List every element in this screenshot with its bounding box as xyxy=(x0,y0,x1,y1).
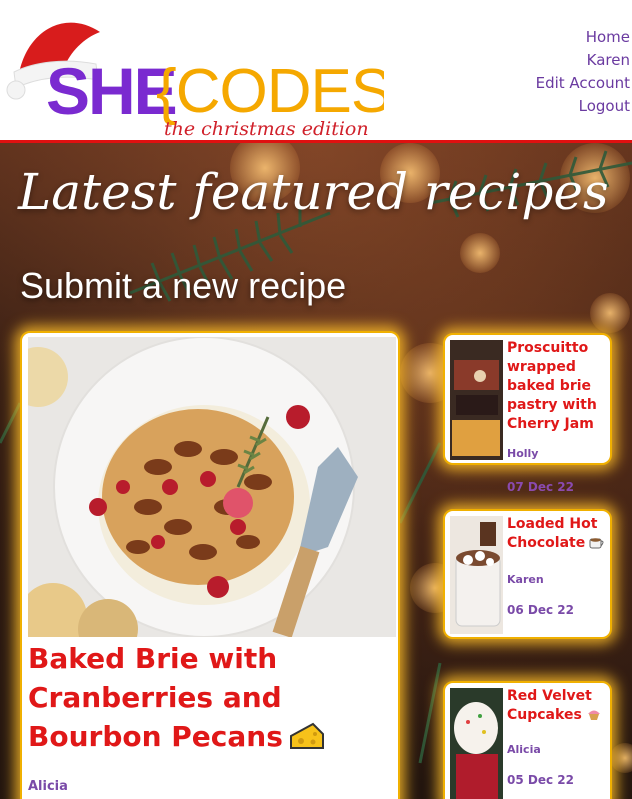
recipe-date: 07 Dec 22 xyxy=(507,480,574,494)
recipe-title[interactable]: Proscuitto wrapped baked brie pastry wit… xyxy=(507,339,607,434)
featured-recipe-image[interactable] xyxy=(28,337,396,637)
featured-recipe-title[interactable]: Baked Brie with Cranberries and Bourbon … xyxy=(28,639,328,756)
nav-edit-account[interactable]: Edit Account xyxy=(536,72,630,95)
recipe-card[interactable]: Loaded Hot Chocolate Karen 06 Dec 22 xyxy=(443,509,612,639)
cupcake-icon xyxy=(587,710,600,720)
cheese-icon xyxy=(289,722,324,749)
recipe-author[interactable]: Alicia xyxy=(507,743,541,756)
hot-beverage-icon xyxy=(589,538,604,549)
recipe-date: 06 Dec 22 xyxy=(507,603,574,617)
recipe-card[interactable]: Proscuitto wrapped baked brie pastry wit… xyxy=(443,333,612,465)
top-nav: Home Karen Edit Account Logout xyxy=(536,26,630,118)
featured-recipe-author[interactable]: Alicia xyxy=(28,779,68,794)
logo-codes-text: {CODES} xyxy=(156,57,384,126)
nav-home[interactable]: Home xyxy=(536,26,630,49)
recipe-thumbnail[interactable] xyxy=(450,340,503,460)
submit-recipe-link[interactable]: Submit a new recipe xyxy=(20,265,346,307)
logo-subtitle: the christmas edition xyxy=(164,118,369,140)
recipe-title[interactable]: Loaded Hot Chocolate xyxy=(507,515,607,553)
main-content: Latest featured recipes Submit a new rec… xyxy=(0,143,632,799)
site-logo[interactable]: SHE {CODES} the christmas edition xyxy=(4,2,384,140)
recipe-thumbnail[interactable] xyxy=(450,516,503,634)
featured-recipe-card[interactable]: Baked Brie with Cranberries and Bourbon … xyxy=(20,331,400,799)
site-header: SHE {CODES} the christmas edition Home K… xyxy=(0,0,632,143)
page-title: Latest featured recipes xyxy=(18,163,609,221)
recipe-author[interactable]: Holly xyxy=(507,447,538,460)
recipe-title[interactable]: Red Velvet Cupcakes xyxy=(507,687,607,725)
nav-logout[interactable]: Logout xyxy=(536,95,630,118)
recipe-card[interactable]: Red Velvet Cupcakes Alicia 05 Dec 22 xyxy=(443,681,612,799)
recipe-date: 05 Dec 22 xyxy=(507,773,574,787)
nav-user[interactable]: Karen xyxy=(536,49,630,72)
recipe-thumbnail[interactable] xyxy=(450,688,503,799)
recipe-author[interactable]: Karen xyxy=(507,573,544,586)
